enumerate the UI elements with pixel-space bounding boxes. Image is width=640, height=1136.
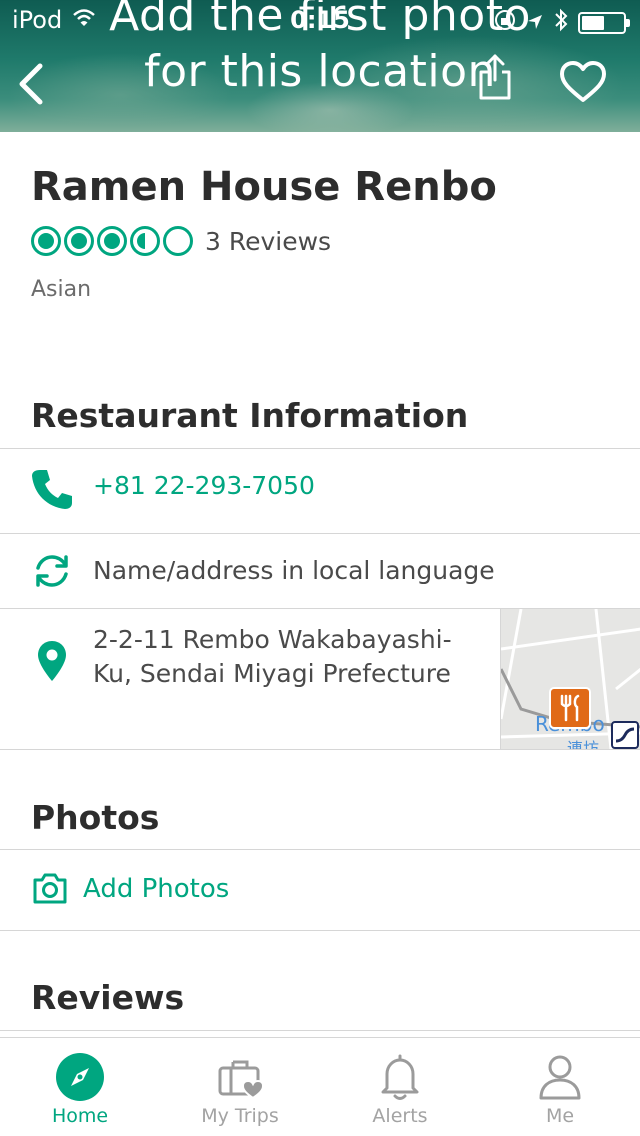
camera-icon: [31, 872, 69, 910]
tab-home-label: Home: [51, 1105, 109, 1127]
tab-alerts[interactable]: Alerts: [320, 1038, 480, 1136]
bell-icon: [375, 1052, 425, 1102]
share-icon: [479, 54, 511, 100]
map-thumbnail[interactable]: Rembo 連坊: [500, 609, 640, 749]
tab-my-trips[interactable]: My Trips: [160, 1038, 320, 1136]
rating-summary[interactable]: 3 Reviews: [31, 226, 331, 256]
divider: [0, 749, 640, 750]
photos-heading: Photos: [31, 798, 160, 837]
status-right: [494, 8, 630, 38]
restaurant-info-heading: Restaurant Information: [31, 396, 469, 435]
transit-station-icon: [611, 721, 639, 749]
rating-bubbles: [31, 226, 193, 256]
map-pin-icon: [36, 639, 68, 687]
divider: [0, 930, 640, 931]
rating-bubble-full-icon: [97, 226, 127, 256]
status-bar: iPod 0:15: [0, 0, 640, 40]
bluetooth-icon: [554, 8, 568, 38]
local-language-row[interactable]: Name/address in local language: [0, 534, 640, 608]
tab-me-label: Me: [545, 1105, 575, 1127]
bottom-tab-bar: Home My Trips Alerts Me: [0, 1037, 640, 1136]
hero-photo-banner[interactable]: Add the first photo for this location iP…: [0, 0, 640, 132]
restaurant-name: Ramen House Renbo: [31, 164, 497, 210]
compass-icon: [55, 1052, 105, 1102]
rating-bubble-full-icon: [31, 226, 61, 256]
restaurant-map-marker-icon: [549, 687, 591, 729]
add-photos-button[interactable]: Add Photos: [83, 874, 229, 904]
location-arrow-icon: [526, 9, 544, 37]
rating-bubble-half-icon: [130, 226, 160, 256]
tab-my-trips-label: My Trips: [201, 1105, 279, 1127]
map-label-local: 連坊: [567, 739, 600, 749]
divider: [0, 1030, 640, 1031]
phone-icon: [30, 467, 74, 515]
person-icon: [535, 1052, 585, 1102]
cuisine-label: Asian: [31, 277, 92, 302]
save-favorite-button[interactable]: [558, 60, 608, 106]
tab-home[interactable]: Home: [0, 1038, 160, 1136]
lock-rotation-icon: [494, 9, 516, 37]
chevron-left-icon: [19, 63, 43, 105]
translate-refresh-icon: [30, 553, 74, 593]
rating-bubble-empty-icon: [163, 226, 193, 256]
battery-icon: [578, 12, 630, 34]
heart-icon: [560, 61, 606, 102]
phone-number[interactable]: +81 22-293-7050: [93, 471, 315, 500]
address-text[interactable]: 2-2-11 Rembo Wakabayashi-Ku, Sendai Miya…: [93, 623, 483, 691]
phone-row[interactable]: +81 22-293-7050: [0, 449, 640, 533]
tab-me[interactable]: Me: [480, 1038, 640, 1136]
share-button[interactable]: [472, 52, 518, 104]
local-language-label[interactable]: Name/address in local language: [93, 556, 495, 585]
reviews-count-link[interactable]: 3 Reviews: [205, 227, 331, 256]
back-button[interactable]: [10, 58, 54, 110]
reviews-heading: Reviews: [31, 978, 185, 1017]
hero-line-2: for this location: [144, 46, 496, 97]
rating-bubble-full-icon: [64, 226, 94, 256]
tab-alerts-label: Alerts: [372, 1105, 428, 1127]
suitcase-heart-icon: [215, 1052, 265, 1102]
